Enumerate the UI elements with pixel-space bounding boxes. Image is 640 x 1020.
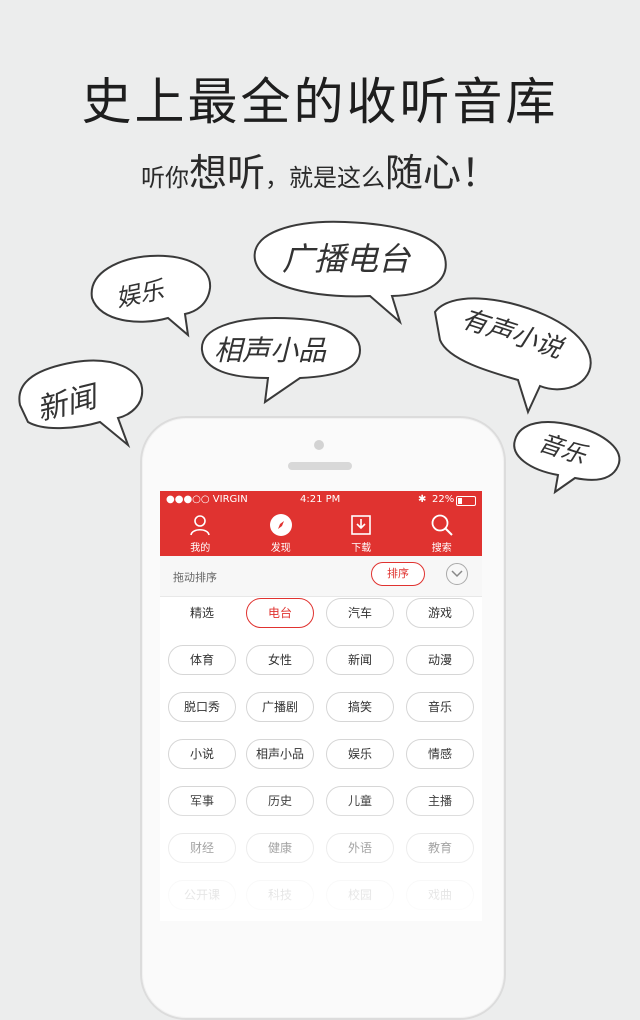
category-chip[interactable]: 主播 <box>406 786 474 816</box>
subline-part1: 听你 <box>140 164 189 192</box>
subline-part2: ，就是这么 <box>264 164 385 192</box>
nav-label-download: 下载 <box>351 543 372 554</box>
earpiece <box>288 462 352 470</box>
category-chip[interactable]: 电台 <box>246 598 314 628</box>
category-chip[interactable]: 体育 <box>168 645 236 675</box>
category-chip[interactable]: 历史 <box>246 786 314 816</box>
category-chip[interactable]: 脱口秀 <box>168 692 236 722</box>
download-icon <box>348 513 374 537</box>
status-time: 4:21 PM <box>300 494 341 505</box>
category-chip[interactable]: 音乐 <box>406 692 474 722</box>
category-chip[interactable]: 儿童 <box>326 786 394 816</box>
category-chip[interactable]: 广播剧 <box>246 692 314 722</box>
carrier-label: ●●●○○ VIRGIN <box>166 494 248 505</box>
search-icon <box>429 513 455 537</box>
subline-bold1: 想听 <box>188 151 265 195</box>
category-chip[interactable]: 科技 <box>246 880 314 910</box>
bluetooth-icon: ✱ <box>418 494 427 505</box>
bubble-radio-text: 广播电台 <box>282 240 412 278</box>
category-chip[interactable]: 外语 <box>326 833 394 863</box>
person-icon <box>187 513 213 537</box>
category-chip[interactable]: 军事 <box>168 786 236 816</box>
collapse-button[interactable] <box>446 563 468 585</box>
category-chip[interactable]: 教育 <box>406 833 474 863</box>
compass-icon <box>268 513 294 537</box>
category-chip[interactable]: 情感 <box>406 739 474 769</box>
nav-item-download[interactable]: 下载 <box>321 509 402 556</box>
front-camera <box>314 440 324 450</box>
category-chip[interactable]: 精选 <box>168 598 236 628</box>
top-nav: 我的 发现 下载 搜索 <box>160 509 482 556</box>
category-chip[interactable]: 小说 <box>168 739 236 769</box>
promo-headline: 史上最全的收听音库 <box>81 73 559 131</box>
category-chip[interactable]: 相声小品 <box>246 739 314 769</box>
category-chip[interactable]: 动漫 <box>406 645 474 675</box>
status-bar: ●●●○○ VIRGIN 4:21 PM ✱ 22% <box>160 491 482 509</box>
category-chip[interactable]: 财经 <box>168 833 236 863</box>
nav-item-discover[interactable]: 发现 <box>241 509 322 556</box>
nav-label-mine: 我的 <box>190 543 211 554</box>
category-chip[interactable]: 女性 <box>246 645 314 675</box>
category-chip[interactable]: 新闻 <box>326 645 394 675</box>
subline-end: ！ <box>461 151 500 195</box>
category-chip[interactable]: 娱乐 <box>326 739 394 769</box>
nav-item-mine[interactable]: 我的 <box>160 509 241 556</box>
sort-bar: 拖动排序 排序 <box>160 556 482 597</box>
category-chip[interactable]: 游戏 <box>406 598 474 628</box>
battery-percent: 22% <box>432 494 455 505</box>
nav-item-search[interactable]: 搜索 <box>402 509 483 556</box>
sort-button[interactable]: 排序 <box>371 562 425 586</box>
nav-label-discover: 发现 <box>270 543 291 554</box>
chevron-down-icon <box>451 570 463 578</box>
category-chip[interactable]: 校园 <box>326 880 394 910</box>
drag-sort-hint: 拖动排序 <box>173 571 217 584</box>
promo-subline: 听你想听，就是这么随心！ <box>0 142 640 197</box>
category-chip[interactable]: 健康 <box>246 833 314 863</box>
subline-bold2: 随心 <box>384 151 461 195</box>
category-chip[interactable]: 汽车 <box>326 598 394 628</box>
bubble-novel-shape <box>433 297 592 415</box>
category-chip[interactable]: 搞笑 <box>326 692 394 722</box>
battery-icon <box>456 496 476 506</box>
category-chip[interactable]: 戏曲 <box>406 880 474 910</box>
nav-label-search: 搜索 <box>431 543 452 554</box>
app-screen: ●●●○○ VIRGIN 4:21 PM ✱ 22% 我的 发现 下载 搜索 拖… <box>160 491 482 921</box>
category-chip[interactable]: 公开课 <box>168 880 236 910</box>
bubble-crosstalk-text: 相声小品 <box>214 334 327 367</box>
